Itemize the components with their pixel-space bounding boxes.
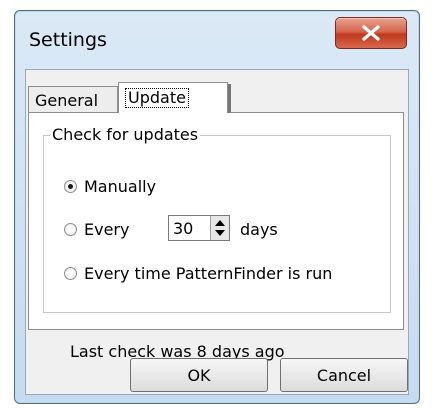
radio-button[interactable] [64, 223, 77, 236]
close-icon [362, 25, 380, 41]
radio-label: Every [84, 220, 130, 239]
interval-spinner[interactable] [210, 216, 229, 240]
radio-label: Every time PatternFinder is run [84, 264, 333, 283]
close-button[interactable] [335, 17, 407, 49]
radio-selected-dot [68, 184, 73, 189]
group-label: Check for updates [50, 125, 201, 144]
check-for-updates-group: Check for updates Manually Every 30 days… [43, 125, 391, 313]
dialog-client-area: General Update Check for updates Manuall… [25, 69, 409, 395]
radio-button[interactable] [64, 267, 77, 280]
tab-general[interactable]: General [28, 86, 118, 112]
cancel-button[interactable]: Cancel [280, 358, 408, 392]
title-bar[interactable]: Settings [15, 11, 419, 69]
window-title: Settings [29, 29, 107, 51]
radio-label: Manually [84, 177, 157, 196]
spinner-arrows-icon [215, 220, 225, 236]
radio-button[interactable] [64, 180, 77, 193]
tab-update[interactable]: Update [118, 82, 231, 113]
interval-unit-label: days [240, 220, 278, 239]
settings-dialog: Settings General Update Check for update… [14, 10, 420, 404]
tab-update-label: Update [125, 88, 189, 108]
update-tab-panel: Check for updates Manually Every 30 days… [28, 112, 404, 330]
ok-button[interactable]: OK [130, 358, 268, 392]
tab-edge [228, 84, 231, 113]
